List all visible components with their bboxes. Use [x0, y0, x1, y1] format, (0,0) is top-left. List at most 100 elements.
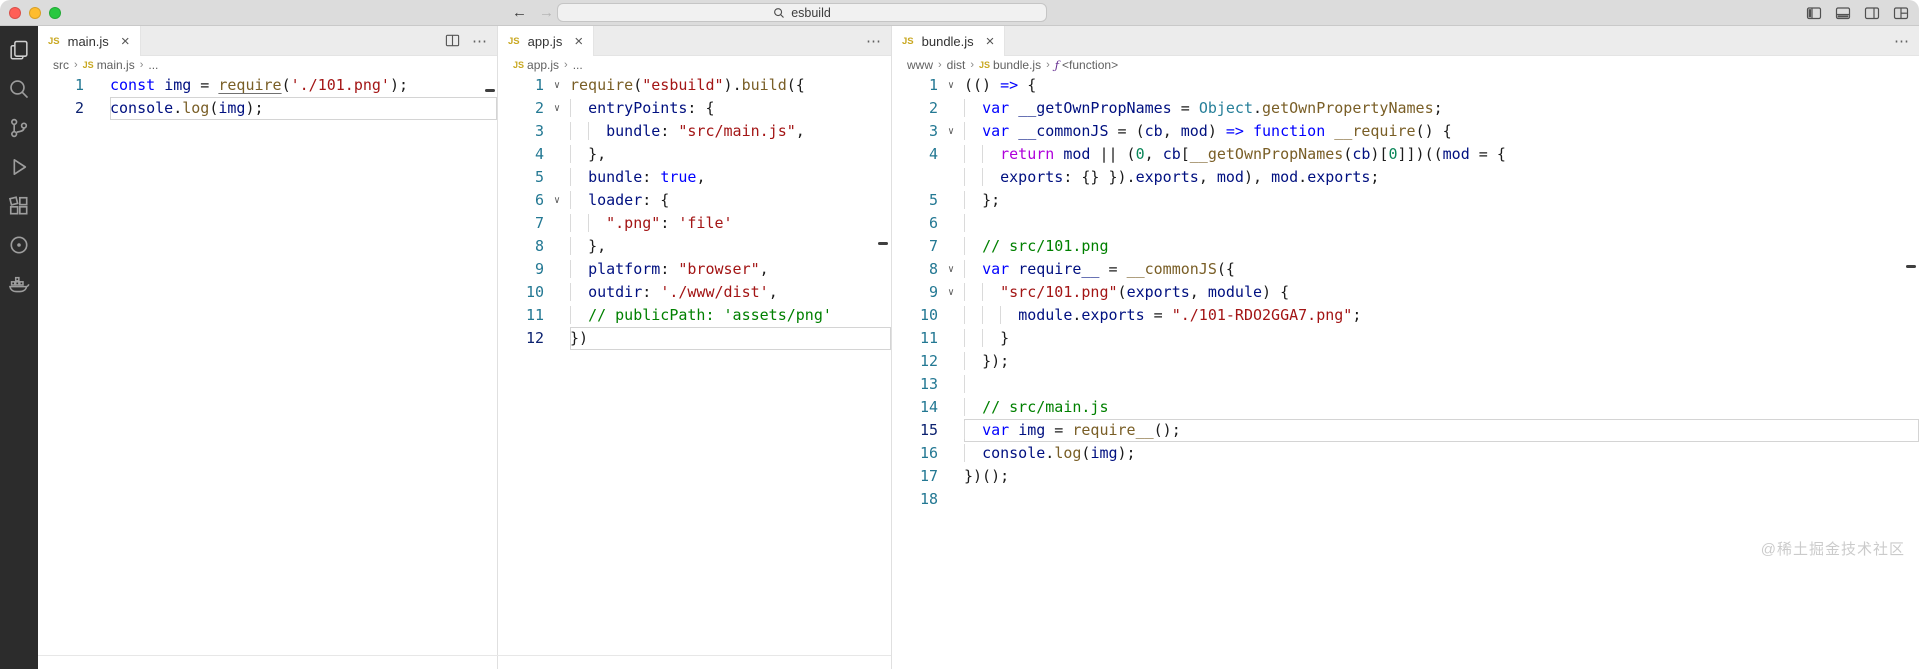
tab-main-js[interactable]: JS main.js × [38, 26, 141, 56]
line-number[interactable]: 5 [892, 189, 938, 212]
line-number[interactable]: 6 [892, 212, 938, 235]
code-line[interactable]: 10 module.exports = "./101-RDO2GGA7.png"… [892, 304, 1919, 327]
toggle-secondary-sidebar-button[interactable] [1864, 5, 1880, 21]
code-line[interactable]: 1 ∨(() => { [892, 74, 1919, 97]
line-number[interactable]: 8 [892, 258, 938, 281]
more-actions-icon[interactable]: ⋯ [472, 32, 487, 50]
fold-chevron-icon[interactable]: ∨ [938, 281, 964, 304]
breadcrumb-item[interactable]: src [53, 58, 69, 72]
breadcrumb-item[interactable]: bundle.js [993, 58, 1041, 72]
code-line[interactable]: 11 } [892, 327, 1919, 350]
line-number[interactable]: 18 [892, 488, 938, 511]
code-line[interactable]: 8 }, [498, 235, 891, 258]
breadcrumb-item[interactable]: app.js [527, 58, 559, 72]
line-number[interactable]: 16 [892, 442, 938, 465]
code-line[interactable]: 7 ".png": 'file' [498, 212, 891, 235]
activitybar-remote-explorer[interactable] [3, 225, 35, 264]
code-line[interactable]: 9 ∨ "src/101.png"(exports, module) { [892, 281, 1919, 304]
line-number[interactable]: 9 [498, 258, 544, 281]
close-tab-icon[interactable]: × [121, 34, 130, 49]
close-tab-icon[interactable]: × [986, 34, 995, 49]
code-line[interactable]: 3 ∨ var __commonJS = (cb, mod) => functio… [892, 120, 1919, 143]
code-line[interactable]: 2 ∨ entryPoints: { [498, 97, 891, 120]
breadcrumb-item[interactable]: <function> [1062, 58, 1118, 72]
breadcrumb-item[interactable]: dist [947, 58, 966, 72]
fold-chevron-icon[interactable]: ∨ [544, 74, 570, 97]
line-number[interactable]: 2 [498, 97, 544, 120]
code-line[interactable]: 3 bundle: "src/main.js", [498, 120, 891, 143]
fold-chevron-icon[interactable]: ∨ [938, 258, 964, 281]
line-number[interactable]: 8 [498, 235, 544, 258]
split-editor-icon[interactable] [445, 33, 460, 48]
line-number[interactable]: 6 [498, 189, 544, 212]
line-number[interactable]: 7 [892, 235, 938, 258]
line-number[interactable]: 14 [892, 396, 938, 419]
line-number[interactable]: 2 [892, 97, 938, 120]
line-number[interactable]: 10 [498, 281, 544, 304]
activitybar-search[interactable] [3, 69, 35, 108]
code-line[interactable]: 5 bundle: true, [498, 166, 891, 189]
code-line[interactable]: 13 [892, 373, 1919, 396]
line-number[interactable]: 9 [892, 281, 938, 304]
line-number[interactable]: 4 [892, 143, 938, 166]
code-line[interactable]: 1 ∨ require("esbuild").build({ [498, 74, 891, 97]
minimize-window-button[interactable] [29, 7, 41, 19]
line-number[interactable]: 12 [498, 327, 544, 350]
tab-bundle-js[interactable]: JS bundle.js × [892, 26, 1006, 56]
code-line[interactable]: 10 outdir: './www/dist', [498, 281, 891, 304]
code-line[interactable]: 4 return mod || (0, cb[__getOwnPropNames… [892, 143, 1919, 166]
command-center-search[interactable]: esbuild [557, 3, 1047, 22]
code-line[interactable]: 7 // src/101.png [892, 235, 1919, 258]
activitybar-source-control[interactable] [3, 108, 35, 147]
fold-chevron-icon[interactable]: ∨ [938, 120, 964, 143]
code-line[interactable]: 17})(); [892, 465, 1919, 488]
fold-chevron-icon[interactable]: ∨ [544, 97, 570, 120]
line-number[interactable]: 15 [892, 419, 938, 442]
line-number[interactable]: 3 [892, 120, 938, 143]
code-line[interactable]: 6 ∨ loader: { [498, 189, 891, 212]
fold-chevron-icon[interactable]: ∨ [544, 189, 570, 212]
back-button[interactable]: ← [512, 4, 527, 21]
line-number[interactable]: 1 [498, 74, 544, 97]
activitybar-explorer[interactable] [3, 30, 35, 69]
code-line[interactable]: 9 platform: "browser", [498, 258, 891, 281]
code-line[interactable]: 12}) [498, 327, 891, 350]
code-line[interactable]: 4 }, [498, 143, 891, 166]
line-number[interactable]: 11 [892, 327, 938, 350]
zoom-window-button[interactable] [49, 7, 61, 19]
activitybar-docker[interactable] [3, 264, 35, 303]
code-line[interactable]: 12 }); [892, 350, 1919, 373]
code-line[interactable]: 2 console.log(img); [38, 97, 497, 120]
customize-layout-button[interactable] [1893, 5, 1909, 21]
code-line[interactable]: 14 // src/main.js [892, 396, 1919, 419]
breadcrumb-item[interactable]: main.js [97, 58, 135, 72]
toggle-panel-button[interactable] [1835, 5, 1851, 21]
line-number[interactable]: 1 [892, 74, 938, 97]
code-line[interactable]: 1 const img = require('./101.png'); [38, 74, 497, 97]
line-number[interactable]: 4 [498, 143, 544, 166]
code-editor-bundle-js[interactable]: 1 ∨(() => {2 var __getOwnPropNames = Obje… [892, 74, 1919, 669]
line-number[interactable]: 2 [38, 97, 84, 120]
close-window-button[interactable] [9, 7, 21, 19]
code-line[interactable]: 15 var img = require__(); [892, 419, 1919, 442]
line-number[interactable] [892, 166, 938, 189]
code-editor-main-js[interactable]: 1 const img = require('./101.png'); 2 conso… [38, 74, 497, 669]
line-number[interactable]: 11 [498, 304, 544, 327]
activitybar-run-debug[interactable] [3, 147, 35, 186]
line-number[interactable]: 5 [498, 166, 544, 189]
forward-button[interactable]: → [539, 4, 554, 21]
activitybar-extensions[interactable] [3, 186, 35, 225]
more-actions-icon[interactable]: ⋯ [1894, 32, 1909, 50]
code-line[interactable]: 16 console.log(img); [892, 442, 1919, 465]
breadcrumb-item[interactable]: www [907, 58, 933, 72]
code-line[interactable]: 18 [892, 488, 1919, 511]
code-line[interactable]: 6 [892, 212, 1919, 235]
code-editor-app-js[interactable]: 1 ∨ require("esbuild").build({2 ∨ entryPoin… [498, 74, 891, 669]
code-line[interactable]: 8 ∨ var require__ = __commonJS({ [892, 258, 1919, 281]
code-line[interactable]: exports: {} }).exports, mod), mod.export… [892, 166, 1919, 189]
code-line[interactable]: 11 // publicPath: 'assets/png' [498, 304, 891, 327]
line-number[interactable]: 7 [498, 212, 544, 235]
code-line[interactable]: 2 var __getOwnPropNames = Object.getOwnP… [892, 97, 1919, 120]
fold-chevron-icon[interactable]: ∨ [938, 74, 964, 97]
line-number[interactable]: 3 [498, 120, 544, 143]
